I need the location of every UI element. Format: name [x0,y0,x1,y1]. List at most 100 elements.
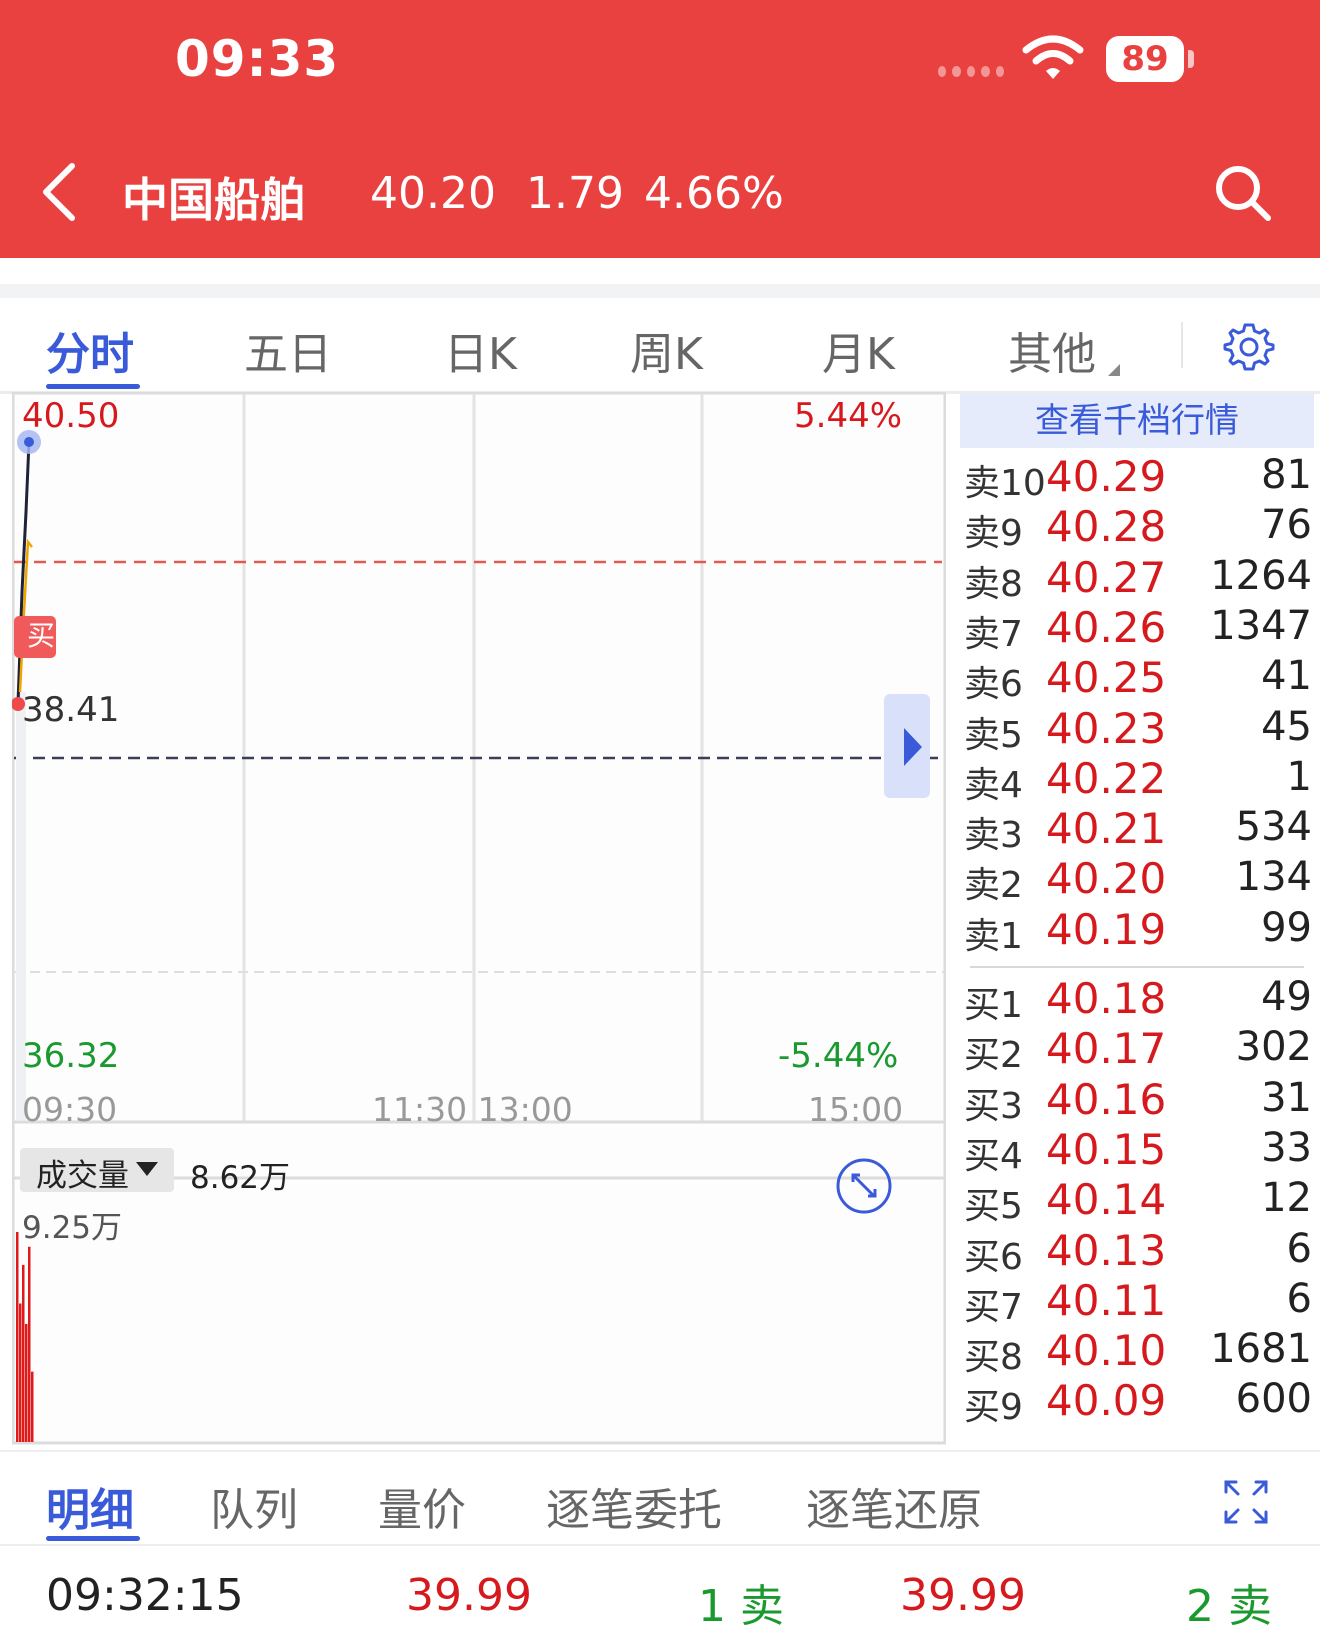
bid-volume: 6 [1286,1225,1312,1272]
pre-close-label: 38.41 [22,690,120,730]
low-price-label: 36.32 [22,1036,120,1076]
tab-underline [46,384,140,389]
tab-other[interactable]: 其他 [1008,318,1096,382]
ask-row[interactable]: 卖2 40.20 134 [960,854,1314,907]
ask-price: 40.26 [1046,602,1167,652]
bid-volume: 302 [1235,1024,1312,1071]
bid-label: 买5 [964,1186,1023,1228]
section-divider [0,284,1320,298]
volume-value: 8.62万 [190,1160,291,1196]
bid-price: 40.09 [1046,1376,1167,1426]
bid-row[interactable]: 买1 40.18 49 [960,974,1314,1026]
ask-volume: 1 [1286,753,1312,800]
ask-row[interactable]: 卖1 40.19 99 [960,904,1314,957]
bid-price: 40.10 [1046,1326,1167,1376]
bid-volume: 600 [1235,1376,1312,1423]
ask-row[interactable]: 卖4 40.22 1 [960,753,1314,806]
ask-label: 卖3 [964,815,1023,857]
tab-weekly-k[interactable]: 周K [630,318,703,382]
volume-label[interactable]: 成交量 [36,1150,129,1195]
ask-row[interactable]: 卖6 40.25 41 [960,653,1314,705]
trade-price: 39.99 [406,1570,532,1621]
ask-row[interactable]: 卖9 40.28 76 [960,502,1314,554]
battery-tip [1188,50,1194,68]
tab-tick-orders[interactable]: 逐笔委托 [546,1474,722,1538]
back-icon[interactable] [38,160,82,224]
volume-bar [28,1246,31,1442]
bid-label: 买1 [964,985,1023,1026]
volume-bar [25,1323,28,1442]
chart-canvas [12,392,946,1445]
ask-label: 卖1 [964,915,1023,957]
bid-price: 40.11 [1046,1275,1167,1325]
ask-volume: 99 [1261,904,1312,951]
ask-row[interactable]: 卖3 40.21 534 [960,804,1314,857]
volume-bar [31,1371,34,1442]
tab-monthly-k[interactable]: 月K [822,318,895,382]
volume-bar [19,1303,22,1442]
high-price-label: 40.50 [22,396,120,436]
bid-row[interactable]: 买5 40.14 12 [960,1175,1314,1228]
bid-price: 40.17 [1046,1024,1167,1074]
bid-volume: 1681 [1210,1326,1312,1373]
bid-row[interactable]: 买2 40.17 302 [960,1024,1314,1077]
battery-icon: 89 [1106,36,1184,82]
detail-tabs: 明细 队列 量价 逐笔委托 逐笔还原 [0,1450,1320,1546]
ask-volume: 45 [1261,703,1312,750]
stock-change-pct: 4.66% [644,168,784,219]
trade-time: 09:32:15 [46,1570,244,1621]
tab-detail[interactable]: 明细 [46,1474,134,1538]
order-book-divider [970,966,1304,968]
tab-volume-price[interactable]: 量价 [378,1474,466,1538]
trade-qty: 1 卖 [698,1581,784,1632]
bid-row[interactable]: 买6 40.13 6 [960,1225,1314,1278]
stock-name: 中国船舶 [122,173,306,227]
ask-price: 40.23 [1046,703,1167,753]
intraday-chart[interactable]: 40.50 5.44% 38.41 36.32 -5.44% 买 09:30 1… [12,392,946,1448]
view-depth-button[interactable]: 查看千档行情 [960,394,1314,448]
ask-row[interactable]: 卖8 40.27 1264 [960,552,1314,605]
bid-volume: 6 [1286,1275,1312,1322]
tab-tick-restore[interactable]: 逐笔还原 [806,1474,982,1538]
ask-label: 卖2 [964,865,1023,907]
bid-label: 买6 [964,1236,1023,1278]
tab-daily-k[interactable]: 日K [444,318,517,382]
bid-volume: 49 [1261,974,1312,1020]
order-book: 查看千档行情 卖10 40.29 81 卖9 40.28 76 卖8 40.27 1264 卖7 4… [960,392,1320,1448]
ask-volume: 76 [1261,502,1312,549]
tab-five-day[interactable]: 五日 [244,318,332,382]
ask-row[interactable]: 卖5 40.23 45 [960,703,1314,756]
bid-row[interactable]: 买7 40.11 6 [960,1275,1314,1328]
volume-bar [22,1264,25,1442]
bid-label: 买9 [964,1387,1023,1429]
tab-intraday[interactable]: 分时 [46,318,134,382]
bid-price: 40.13 [1046,1225,1167,1275]
bid-row[interactable]: 买3 40.16 31 [960,1074,1314,1127]
bid-volume: 31 [1261,1074,1312,1121]
bid-row[interactable]: 买9 40.09 600 [960,1376,1314,1429]
bid-price: 40.14 [1046,1175,1167,1225]
ask-volume: 1264 [1210,552,1312,599]
tab-underline [46,1536,140,1541]
stock-price: 40.20 [370,168,496,219]
header-bar: 09:33 89 中国船舶 40.20 1.79 4.66% [0,0,1320,258]
tab-separator [1181,322,1183,368]
ask-row[interactable]: 卖10 40.29 81 [960,452,1314,504]
fullscreen-icon[interactable] [1222,1478,1270,1526]
gear-icon[interactable] [1222,320,1276,374]
bid-row[interactable]: 买8 40.10 1681 [960,1326,1314,1378]
bid-row[interactable]: 买4 40.15 33 [960,1124,1314,1177]
time-close: 15:00 [808,1090,904,1129]
bid-label: 买2 [964,1035,1023,1077]
ask-volume: 81 [1261,452,1312,498]
search-icon[interactable] [1212,162,1274,224]
ask-volume: 41 [1261,653,1312,700]
ask-row[interactable]: 卖7 40.26 1347 [960,602,1314,655]
bid-label: 买4 [964,1135,1023,1177]
ask-price: 40.27 [1046,552,1167,602]
volume-bar [16,1232,19,1442]
bid-volume: 33 [1261,1124,1312,1171]
ask-price: 40.20 [1046,854,1167,904]
ask-label: 卖7 [964,613,1023,655]
tab-queue[interactable]: 队列 [210,1474,298,1538]
